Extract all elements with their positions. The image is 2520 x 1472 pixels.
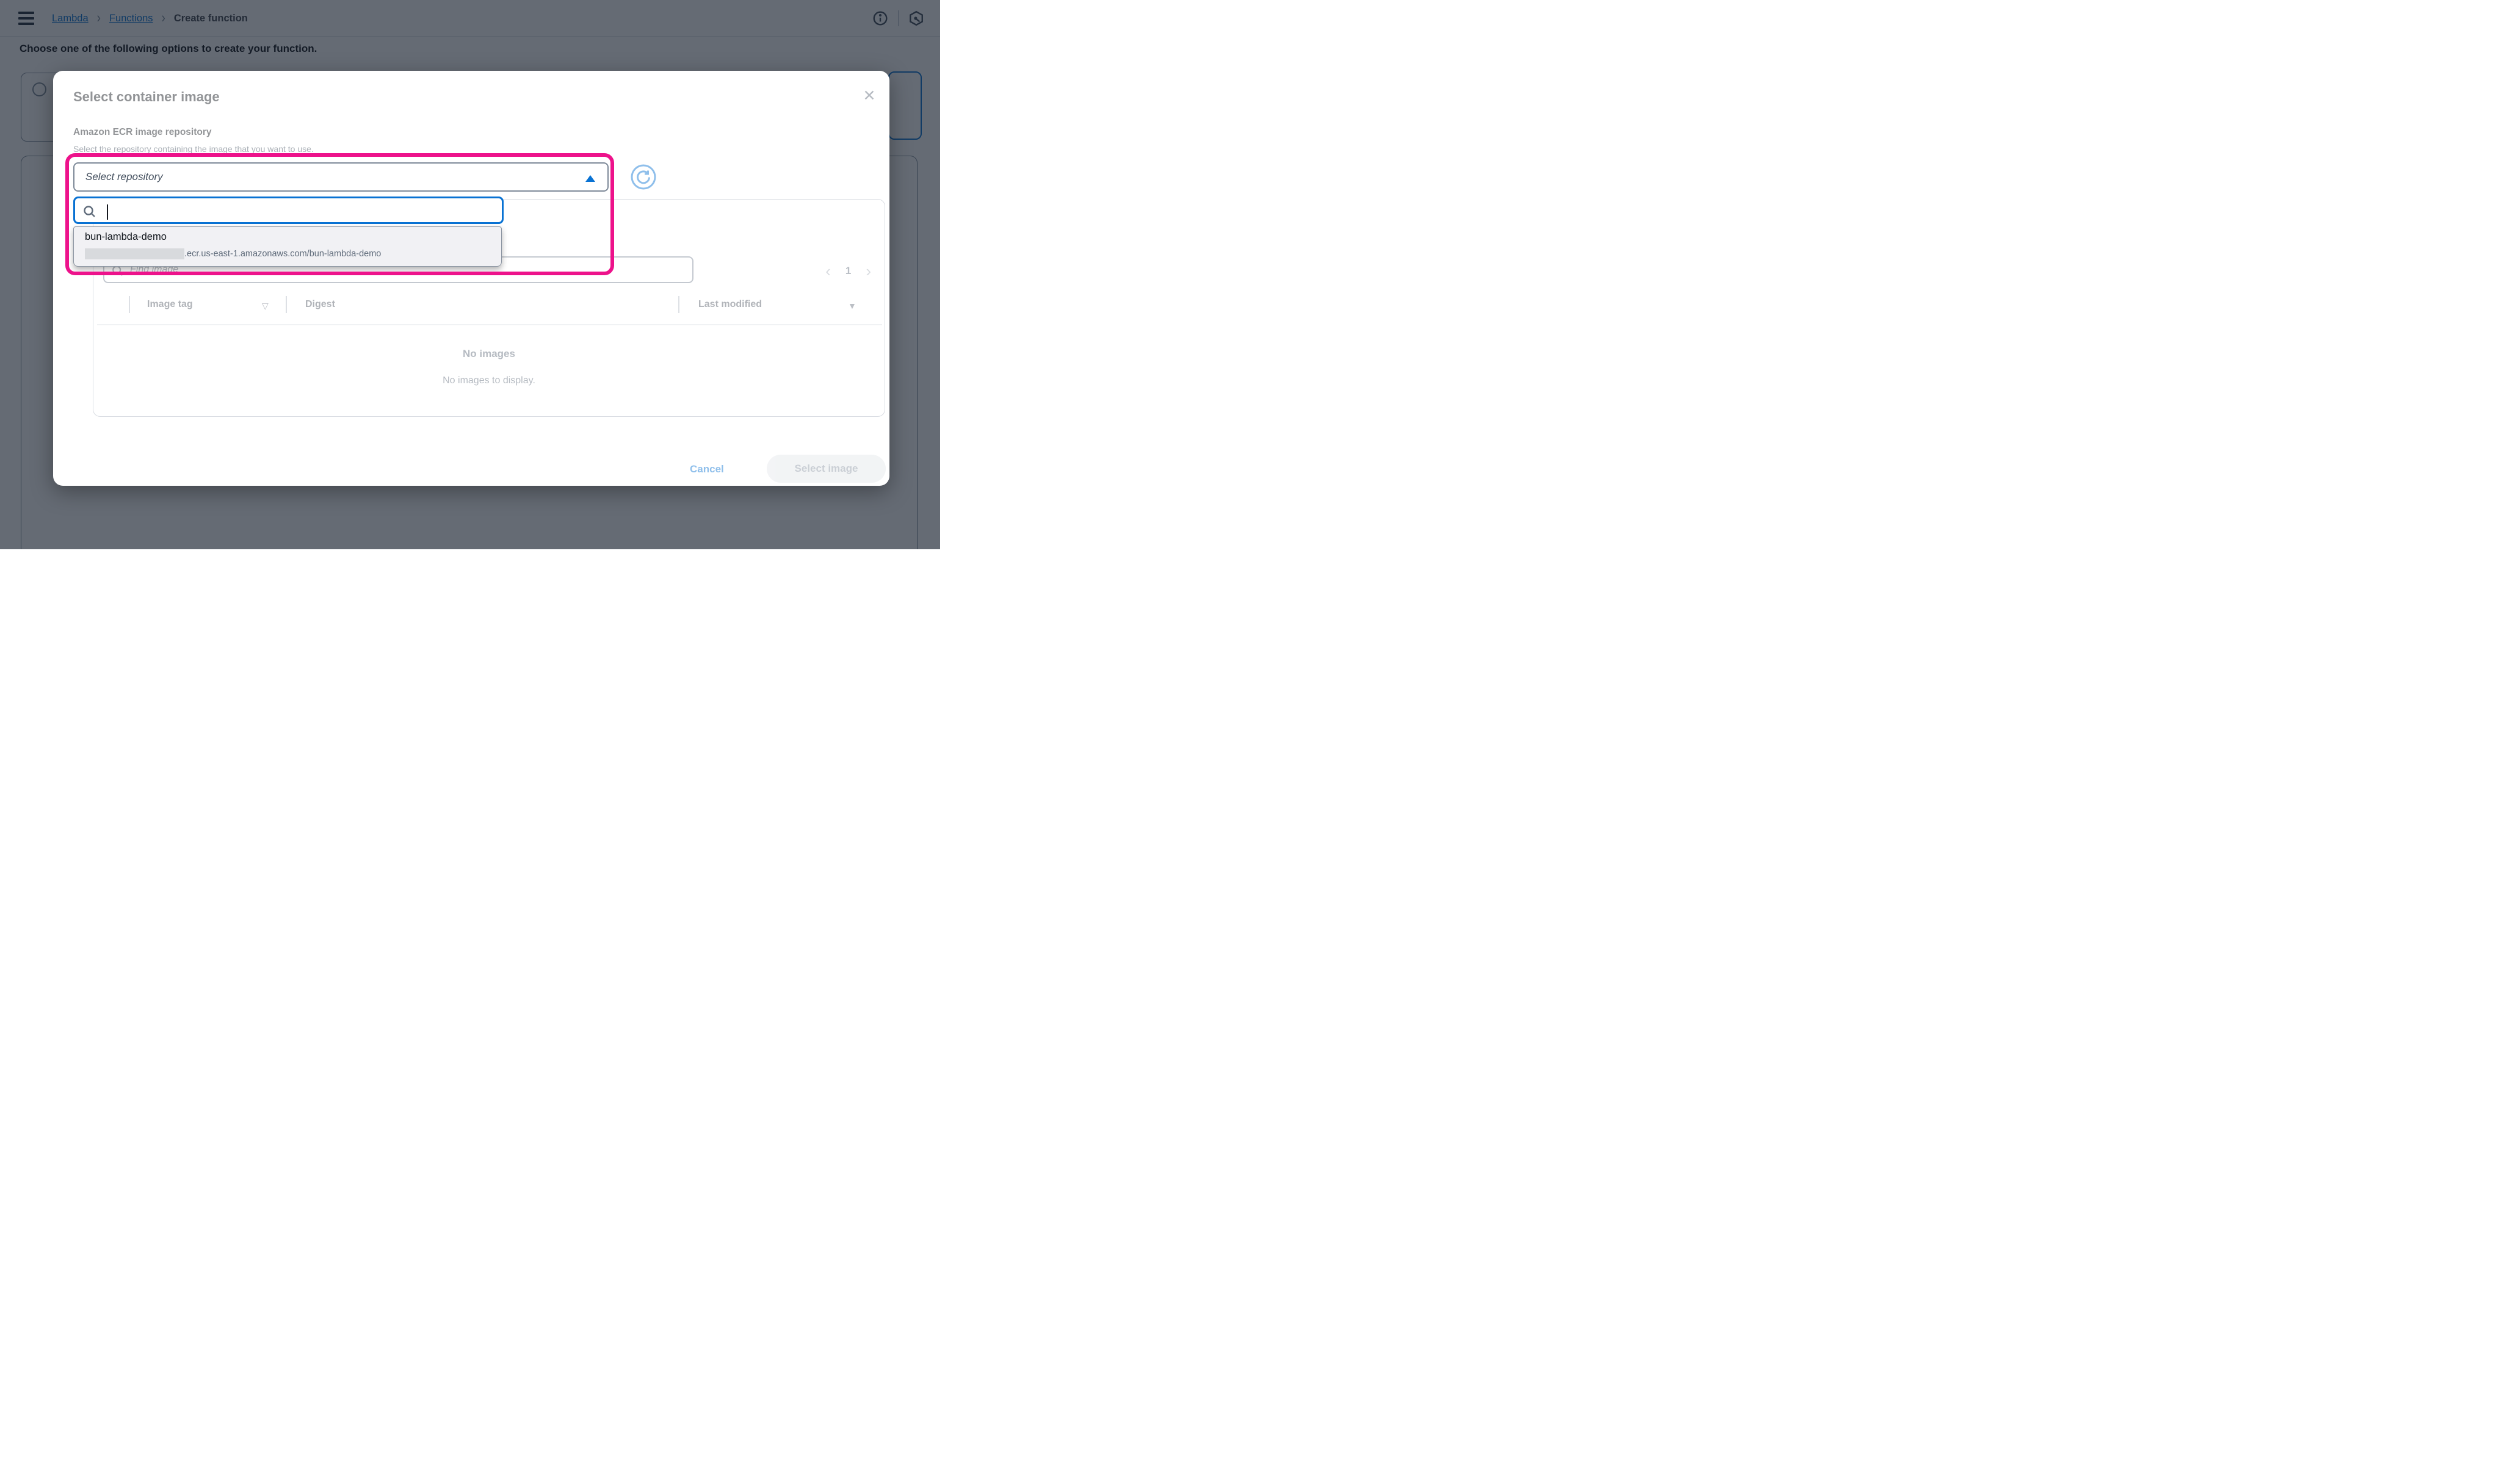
sort-descending-outline-icon[interactable]: ▽	[262, 301, 269, 311]
pagination: ‹ 1 ›	[825, 258, 871, 284]
select-container-image-modal: Select container image ✕ Amazon ECR imag…	[53, 71, 889, 486]
empty-state-title: No images	[93, 348, 885, 360]
repository-select-trigger[interactable]: Select repository	[73, 162, 609, 192]
empty-state-description: No images to display.	[93, 375, 885, 386]
redacted-account-id	[85, 248, 184, 259]
repository-dropdown-list: bun-lambda-demo .ecr.us-east-1.amazonaws…	[73, 226, 502, 267]
search-icon	[83, 205, 96, 218]
column-divider	[286, 296, 287, 313]
search-icon	[112, 265, 124, 277]
table-header-rule	[97, 324, 882, 325]
refresh-icon[interactable]	[630, 164, 657, 190]
repository-search-box	[73, 197, 504, 224]
sort-descending-filled-icon[interactable]: ▼	[848, 301, 856, 311]
column-header-image-tag[interactable]: Image tag	[147, 299, 193, 310]
page-previous-icon[interactable]: ‹	[825, 263, 831, 279]
cancel-button[interactable]: Cancel	[690, 463, 724, 475]
close-icon[interactable]: ✕	[860, 87, 878, 105]
page-next-icon[interactable]: ›	[866, 263, 871, 279]
modal-title: Select container image	[73, 89, 220, 105]
ecr-repository-description: Select the repository containing the ima…	[73, 144, 314, 154]
repository-search-input[interactable]	[103, 201, 494, 221]
column-divider	[678, 296, 679, 313]
column-divider	[129, 296, 130, 313]
text-cursor	[107, 204, 108, 220]
repository-option-uri: .ecr.us-east-1.amazonaws.com/bun-lambda-…	[85, 248, 381, 259]
select-image-button-disabled[interactable]: Select image	[767, 455, 886, 483]
column-header-digest[interactable]: Digest	[305, 299, 335, 310]
ecr-repository-label: Amazon ECR image repository	[73, 127, 212, 138]
caret-up-icon	[585, 175, 595, 182]
page-number[interactable]: 1	[845, 265, 851, 277]
column-header-last-modified[interactable]: Last modified	[698, 299, 762, 310]
screen: Lambda › Functions › Create function Cho…	[0, 0, 940, 549]
repository-option-name[interactable]: bun-lambda-demo	[85, 231, 167, 243]
repository-select-placeholder: Select repository	[85, 171, 163, 183]
